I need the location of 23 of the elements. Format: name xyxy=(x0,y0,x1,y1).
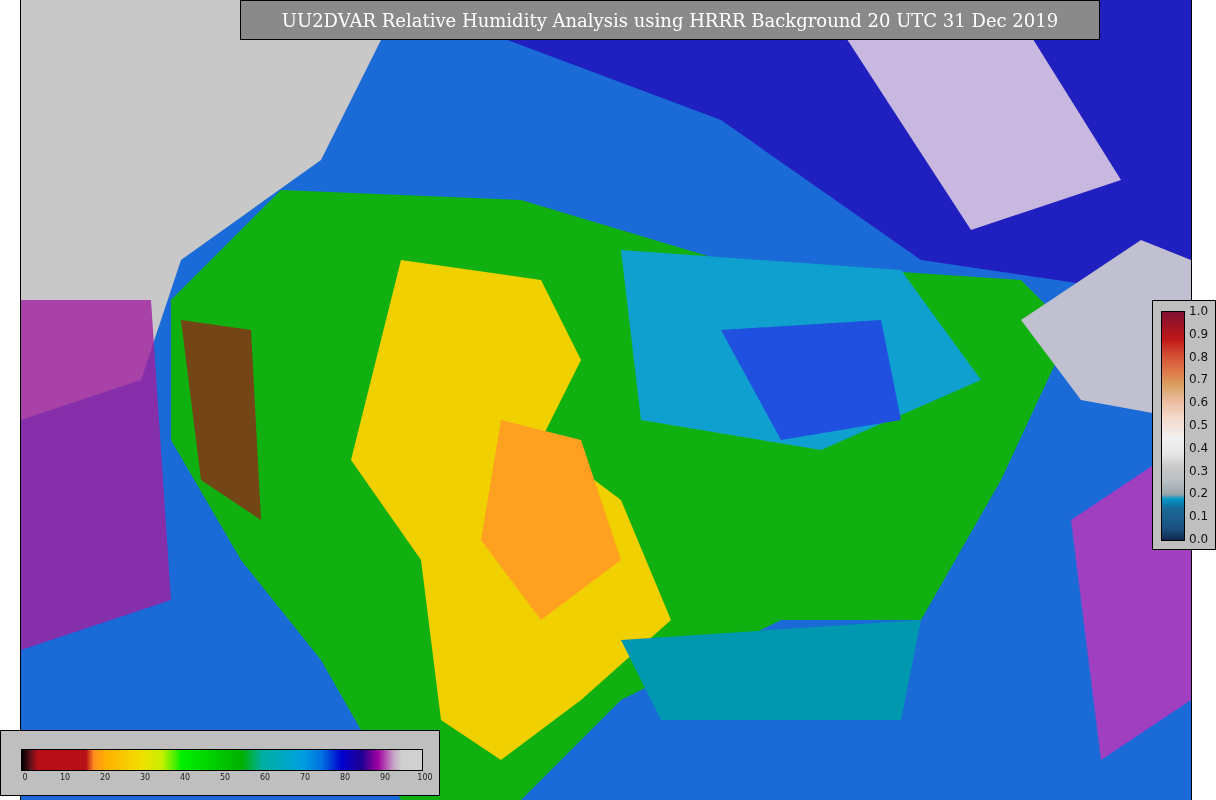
scale-tick-label: 50 xyxy=(218,773,232,782)
scale-tick-label: 0.2 xyxy=(1189,487,1209,500)
scale-tick-label: 0 xyxy=(21,773,29,782)
scale-tick-label: 0.7 xyxy=(1189,373,1209,386)
map-title: UU2DVAR Relative Humidity Analysis using HRRR Background 20 UTC 31 Dec 2019 xyxy=(240,0,1100,40)
scale-tick-label: 20 xyxy=(98,773,112,782)
scale-tick-label: 90 xyxy=(378,773,392,782)
scale-tick-label: 40 xyxy=(178,773,192,782)
scale-tick-label: 0.3 xyxy=(1189,464,1209,477)
scale-tick-label: 0.6 xyxy=(1189,396,1209,409)
scale-tick-label: 0.9 xyxy=(1189,327,1209,340)
scale-tick-label: 10 xyxy=(58,773,72,782)
scale-tick-label: 0.5 xyxy=(1189,419,1209,431)
scale-tick-label: 30 xyxy=(138,773,152,782)
scale-tick-label: 60 xyxy=(258,773,272,782)
scale-tick-label: 100 xyxy=(416,773,434,782)
scale-tick-label: 0.4 xyxy=(1189,441,1209,454)
scale-tick-label: 80 xyxy=(338,773,352,782)
scale-tick-label: 70 xyxy=(298,773,312,782)
scale-tick-label: 1.0 xyxy=(1189,305,1209,317)
scale-tick-label: 0.0 xyxy=(1189,532,1209,545)
scale-tick-label: 0.1 xyxy=(1189,510,1209,523)
scale-tick-label: 0.8 xyxy=(1189,350,1209,363)
